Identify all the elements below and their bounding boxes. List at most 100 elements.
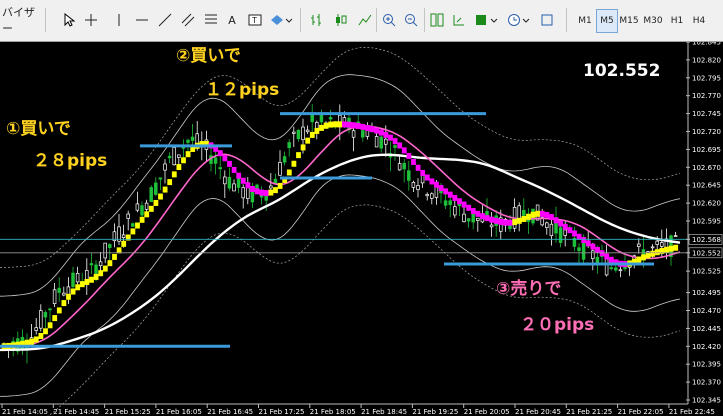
price-tick-label: 102.395 bbox=[692, 361, 721, 369]
candle-body bbox=[52, 289, 57, 305]
step-ma-block bbox=[231, 166, 237, 173]
step-ma-block bbox=[254, 188, 260, 195]
timeframe-h4[interactable]: H4 bbox=[688, 9, 710, 33]
candle-body bbox=[292, 131, 296, 134]
step-ma-block bbox=[378, 129, 384, 136]
timeframe-m1[interactable]: M1 bbox=[574, 9, 596, 33]
timeframe-h1[interactable]: H1 bbox=[666, 9, 688, 33]
candle-body bbox=[269, 185, 273, 189]
text-tool-icon[interactable]: A bbox=[224, 9, 240, 31]
step-ma-block bbox=[572, 230, 577, 237]
price-tick-label: 102.795 bbox=[692, 74, 721, 82]
step-ma-block bbox=[38, 332, 44, 339]
step-ma-block bbox=[521, 215, 527, 222]
zoom-out-icon[interactable] bbox=[402, 9, 420, 31]
step-ma-block bbox=[227, 160, 232, 167]
zoom-in-icon[interactable] bbox=[380, 9, 398, 31]
step-ma-block bbox=[581, 237, 587, 244]
shapes-dropdown-icon[interactable] bbox=[268, 9, 294, 31]
candle-body bbox=[637, 243, 641, 247]
candle-body bbox=[167, 155, 172, 159]
step-ma-block bbox=[162, 186, 168, 193]
clock-dropdown-icon[interactable] bbox=[506, 9, 534, 31]
bar-chart-icon[interactable] bbox=[308, 9, 326, 31]
step-ma-block bbox=[544, 211, 550, 218]
candle-body bbox=[48, 308, 52, 311]
candle-body bbox=[232, 183, 236, 192]
candle-body bbox=[425, 194, 429, 197]
step-ma-block bbox=[98, 270, 104, 277]
time-tick-label: 21 Feb 17:25 bbox=[259, 408, 305, 416]
step-ma-block bbox=[406, 152, 412, 159]
channel-icon[interactable] bbox=[179, 9, 197, 31]
timeframe-m30[interactable]: M30 bbox=[642, 9, 664, 33]
time-tick-label: 21 Feb 18:05 bbox=[310, 408, 356, 416]
step-ma-block bbox=[599, 250, 605, 257]
timeframe-m5[interactable]: M5 bbox=[596, 9, 618, 33]
step-ma-block bbox=[585, 240, 591, 247]
candle-body bbox=[278, 162, 282, 176]
price-tick-label: 102.620 bbox=[692, 200, 721, 208]
candle-body bbox=[466, 218, 471, 222]
step-ma-block bbox=[250, 185, 255, 192]
step-ma-block bbox=[562, 223, 568, 230]
trade3-label: ③売りで bbox=[496, 278, 561, 299]
step-ma-block bbox=[484, 215, 490, 222]
candle-body bbox=[448, 200, 452, 206]
step-ma-block bbox=[466, 204, 472, 211]
candle-body bbox=[563, 229, 567, 236]
candlestick-icon[interactable] bbox=[332, 9, 350, 31]
candle-body bbox=[190, 136, 195, 141]
indicators-dropdown-icon[interactable] bbox=[474, 9, 502, 31]
step-ma-block bbox=[351, 122, 357, 129]
candle-body bbox=[614, 267, 618, 271]
time-tick-label: 21 Feb 20:45 bbox=[515, 408, 561, 416]
step-ma-block bbox=[309, 131, 315, 138]
step-ma-block bbox=[360, 123, 366, 130]
step-ma-block bbox=[498, 218, 504, 225]
step-ma-block bbox=[668, 245, 674, 252]
candle-body bbox=[172, 147, 176, 166]
step-ma-block bbox=[328, 121, 334, 128]
line-chart-icon[interactable] bbox=[356, 9, 374, 31]
step-ma-block bbox=[604, 253, 610, 260]
price-tick-label: 102.445 bbox=[692, 325, 721, 333]
step-ma-block bbox=[383, 131, 389, 138]
price-tick-label: 102.845 bbox=[692, 42, 721, 47]
templates-icon[interactable] bbox=[538, 9, 556, 31]
horizontal-line-icon[interactable] bbox=[133, 9, 151, 31]
candle-body bbox=[402, 163, 406, 170]
current-price-label: 102.552 bbox=[583, 61, 660, 81]
step-ma-block bbox=[608, 256, 614, 263]
price-tick-label: 102.370 bbox=[692, 379, 721, 387]
candle-body bbox=[650, 246, 655, 249]
step-ma-block bbox=[185, 151, 191, 158]
step-ma-block bbox=[89, 276, 94, 283]
text-label-icon[interactable]: T bbox=[246, 9, 264, 31]
step-ma-block bbox=[397, 142, 403, 149]
step-ma-block bbox=[480, 213, 485, 220]
tile-windows-icon[interactable] bbox=[428, 9, 446, 31]
time-tick-label: 21 Feb 18:45 bbox=[361, 408, 407, 416]
candle-body bbox=[407, 170, 411, 181]
step-ma-block bbox=[273, 187, 278, 194]
candle-body bbox=[287, 142, 291, 149]
candle-body bbox=[43, 312, 48, 318]
candle-body bbox=[618, 269, 623, 272]
price-chart[interactable]: 102.845 102.820 102.795 102.770 102.745 102.7… bbox=[0, 42, 723, 416]
step-ma-block bbox=[457, 198, 462, 205]
time-tick-label: 21 Feb 19:25 bbox=[412, 408, 458, 416]
fibonacci-icon[interactable] bbox=[202, 9, 220, 31]
svg-text:T: T bbox=[251, 16, 257, 25]
trendline-icon[interactable] bbox=[156, 9, 174, 31]
candle-body bbox=[328, 116, 333, 120]
step-ma-block bbox=[323, 122, 329, 129]
timeframe-m15[interactable]: M15 bbox=[618, 9, 640, 33]
cursor-icon[interactable] bbox=[60, 9, 78, 31]
step-ma-block bbox=[530, 211, 536, 218]
step-ma-block bbox=[411, 158, 416, 165]
vertical-line-icon[interactable] bbox=[110, 9, 128, 31]
toolbar-separator bbox=[45, 8, 46, 32]
crosshair-icon[interactable] bbox=[82, 9, 100, 31]
chart-shift-icon[interactable] bbox=[450, 9, 468, 31]
